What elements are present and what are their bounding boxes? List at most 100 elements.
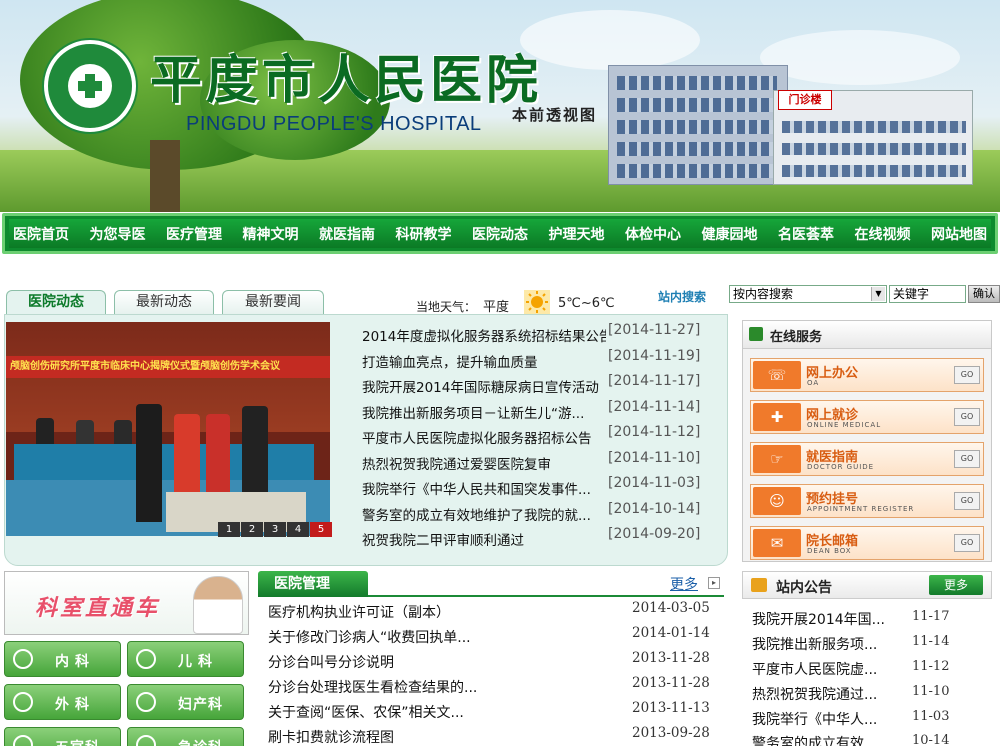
building-windows [782,165,966,177]
nav-item-home[interactable]: 医院首页 [13,224,69,244]
list-item[interactable]: 关于修改门诊病人“收费回执单... 2014-01-14 [268,625,714,649]
list-item[interactable]: 我院举行《中华人民共和国突发事件... [2014-11-03] [362,475,704,501]
list-item[interactable]: 分诊台处理找医生看检查结果的... 2013-11-28 [268,675,714,699]
dept-pediatrics-button[interactable]: 儿科 [127,641,244,677]
management-item-title[interactable]: 关于修改门诊病人“收费回执单... [268,627,471,647]
list-item[interactable]: 我院开展2014年国... 11-17 [752,607,992,630]
list-item[interactable]: 祝贺我院二甲评审顺利通过 [2014-09-20] [362,526,704,552]
list-item[interactable]: 我院开展2014年国际糖尿病日宣传活动 [2014-11-17] [362,373,704,399]
building-tower [608,65,788,185]
list-item[interactable]: 刷卡扣费就诊流程图 2013-09-28 [268,725,714,746]
search-button[interactable]: 确认 [968,285,1000,303]
news-title[interactable]: 我院举行《中华人民共和国突发事件... [362,478,606,498]
nav-item-doctors[interactable]: 名医荟萃 [778,224,834,244]
nav-item-news[interactable]: 医院动态 [472,224,528,244]
list-item[interactable]: 我院推出新服务项... 11-14 [752,632,992,655]
dept-emergency-button[interactable]: 急诊科 [127,727,244,746]
list-item[interactable]: 热烈祝贺我院通过... 11-10 [752,682,992,705]
news-title[interactable]: 热烈祝贺我院通过爱婴医院复审 [362,453,606,473]
tab-latest-news[interactable]: 最新动态 [114,290,214,314]
nav-item-nursing[interactable]: 护理天地 [549,224,605,244]
dept-surgery-button[interactable]: 外科 [4,684,121,720]
nav-item-video[interactable]: 在线视频 [855,224,911,244]
notice-item-date: 10-14 [912,733,950,746]
chevron-right-icon[interactable]: ▸ [708,577,720,589]
dept-label: 儿科 [178,654,218,670]
slide-page-button[interactable]: 1 [218,522,240,537]
nav-item-health[interactable]: 健康园地 [702,224,758,244]
nav-item-research[interactable]: 科研教学 [396,224,452,244]
management-more-link[interactable]: 更多 [670,574,698,594]
page: 平度市人民医院 PINGDU PEOPLE'S HOSPITAL 本前透视图 门… [0,0,1000,746]
service-subtitle: APPOINTMENT REGISTER [807,505,915,513]
notice-item-title[interactable]: 我院推出新服务项... [752,634,877,654]
go-button[interactable]: GO [954,492,980,510]
tab-headlines[interactable]: 最新要闻 [222,290,324,314]
list-item[interactable]: 警务室的成立有效... 10-14 [752,731,992,746]
list-item[interactable]: 2014年度虚拟化服务器系统招标结果公告 [2014-11-27] [362,322,704,348]
notice-item-title[interactable]: 我院举行《中华人... [752,709,877,729]
news-title[interactable]: 打造输血亮点，提升输血质量 [362,351,606,371]
go-button[interactable]: GO [954,450,980,468]
go-button[interactable]: GO [954,534,980,552]
tab-hospital-news[interactable]: 医院动态 [6,290,106,315]
nav-item-sitemap[interactable]: 网站地图 [931,224,987,244]
news-slideshow-image[interactable]: 颅脑创伤研究所平度市临床中心揭牌仪式暨颅脑创伤学术会议 [6,322,330,536]
list-item[interactable]: 警务室的成立有效地维护了我院的就... [2014-10-14] [362,501,704,527]
news-date: [2014-11-12] [608,424,701,440]
slide-page-button[interactable]: 2 [241,522,263,537]
management-item-title[interactable]: 医疗机构执业许可证（副本） [268,602,450,622]
list-item[interactable]: 医疗机构执业许可证（副本） 2014-03-05 [268,600,714,624]
service-online-medical-button[interactable]: ✚ 网上就诊 ONLINE MEDICAL GO [750,400,984,434]
phone-icon: ☏ [753,361,801,389]
slide-page-button[interactable]: 3 [264,522,286,537]
online-service-header: 在线服务 [743,321,991,349]
nav-item-guide[interactable]: 为您导医 [90,224,146,244]
news-title[interactable]: 平度市人民医院虚拟化服务器招标公告 [362,427,606,447]
service-dean-mailbox-button[interactable]: ✉ 院长邮箱 DEAN BOX GO [750,526,984,560]
news-title[interactable]: 我院开展2014年国际糖尿病日宣传活动 [362,376,606,396]
service-oa-button[interactable]: ☏ 网上办公 OA GO [750,358,984,392]
slide-page-button[interactable]: 4 [287,522,309,537]
management-item-title[interactable]: 刷卡扣费就诊流程图 [268,727,394,746]
list-item[interactable]: 平度市人民医院虚... 11-12 [752,657,992,680]
dept-ent-button[interactable]: 五官科 [4,727,121,746]
dept-obstetrics-button[interactable]: 妇产科 [127,684,244,720]
list-item[interactable]: 关于查阅“医保、农保”相关文... 2013-11-13 [268,700,714,724]
list-item[interactable]: 我院举行《中华人... 11-03 [752,707,992,730]
notice-item-title[interactable]: 平度市人民医院虚... [752,659,877,679]
list-item[interactable]: 我院推出新服务项目－让新生儿“游... [2014-11-14] [362,399,704,425]
hospital-logo[interactable] [44,40,136,132]
search-input[interactable]: 关键字 [889,285,966,303]
management-item-title[interactable]: 分诊台叫号分诊说明 [268,652,394,672]
service-doctor-guide-button[interactable]: ☞ 就医指南 DOCTOR GUIDE GO [750,442,984,476]
management-item-title[interactable]: 分诊台处理找医生看检查结果的... [268,677,477,697]
go-button[interactable]: GO [954,408,980,426]
nav-item-culture[interactable]: 精神文明 [243,224,299,244]
slide-page-button-active[interactable]: 5 [310,522,332,537]
notice-item-title[interactable]: 警务室的成立有效... [752,733,877,746]
list-item[interactable]: 打造输血亮点，提升输血质量 [2014-11-19] [362,348,704,374]
notice-more-button[interactable]: 更多 [929,575,983,595]
dept-label: 急诊科 [178,737,223,746]
nav-item-medical-management[interactable]: 医疗管理 [166,224,222,244]
news-title[interactable]: 我院推出新服务项目－让新生儿“游... [362,402,606,422]
list-item[interactable]: 热烈祝贺我院通过爱婴医院复审 [2014-11-10] [362,450,704,476]
news-title[interactable]: 2014年度虚拟化服务器系统招标结果公告 [362,325,606,345]
service-subtitle: DEAN BOX [807,547,852,555]
building-windows [617,164,777,178]
nav-item-checkup[interactable]: 体检中心 [625,224,681,244]
list-item[interactable]: 平度市人民医院虚拟化服务器招标公告 [2014-11-12] [362,424,704,450]
notice-item-title[interactable]: 我院开展2014年国... [752,609,885,629]
news-title[interactable]: 警务室的成立有效地维护了我院的就... [362,504,606,524]
go-button[interactable]: GO [954,366,980,384]
search-type-select[interactable]: 按内容搜索 ▼ [729,285,887,303]
nav-item-patient-guide[interactable]: 就医指南 [319,224,375,244]
notice-item-title[interactable]: 热烈祝贺我院通过... [752,684,877,704]
service-appointment-button[interactable]: ☺ 预约挂号 APPOINTMENT REGISTER GO [750,484,984,518]
list-item[interactable]: 分诊台叫号分诊说明 2013-11-28 [268,650,714,674]
departments-banner[interactable]: 科室直通车 [4,571,249,635]
news-title[interactable]: 祝贺我院二甲评审顺利通过 [362,529,606,549]
dept-internal-medicine-button[interactable]: 内科 [4,641,121,677]
management-item-title[interactable]: 关于查阅“医保、农保”相关文... [268,702,464,722]
